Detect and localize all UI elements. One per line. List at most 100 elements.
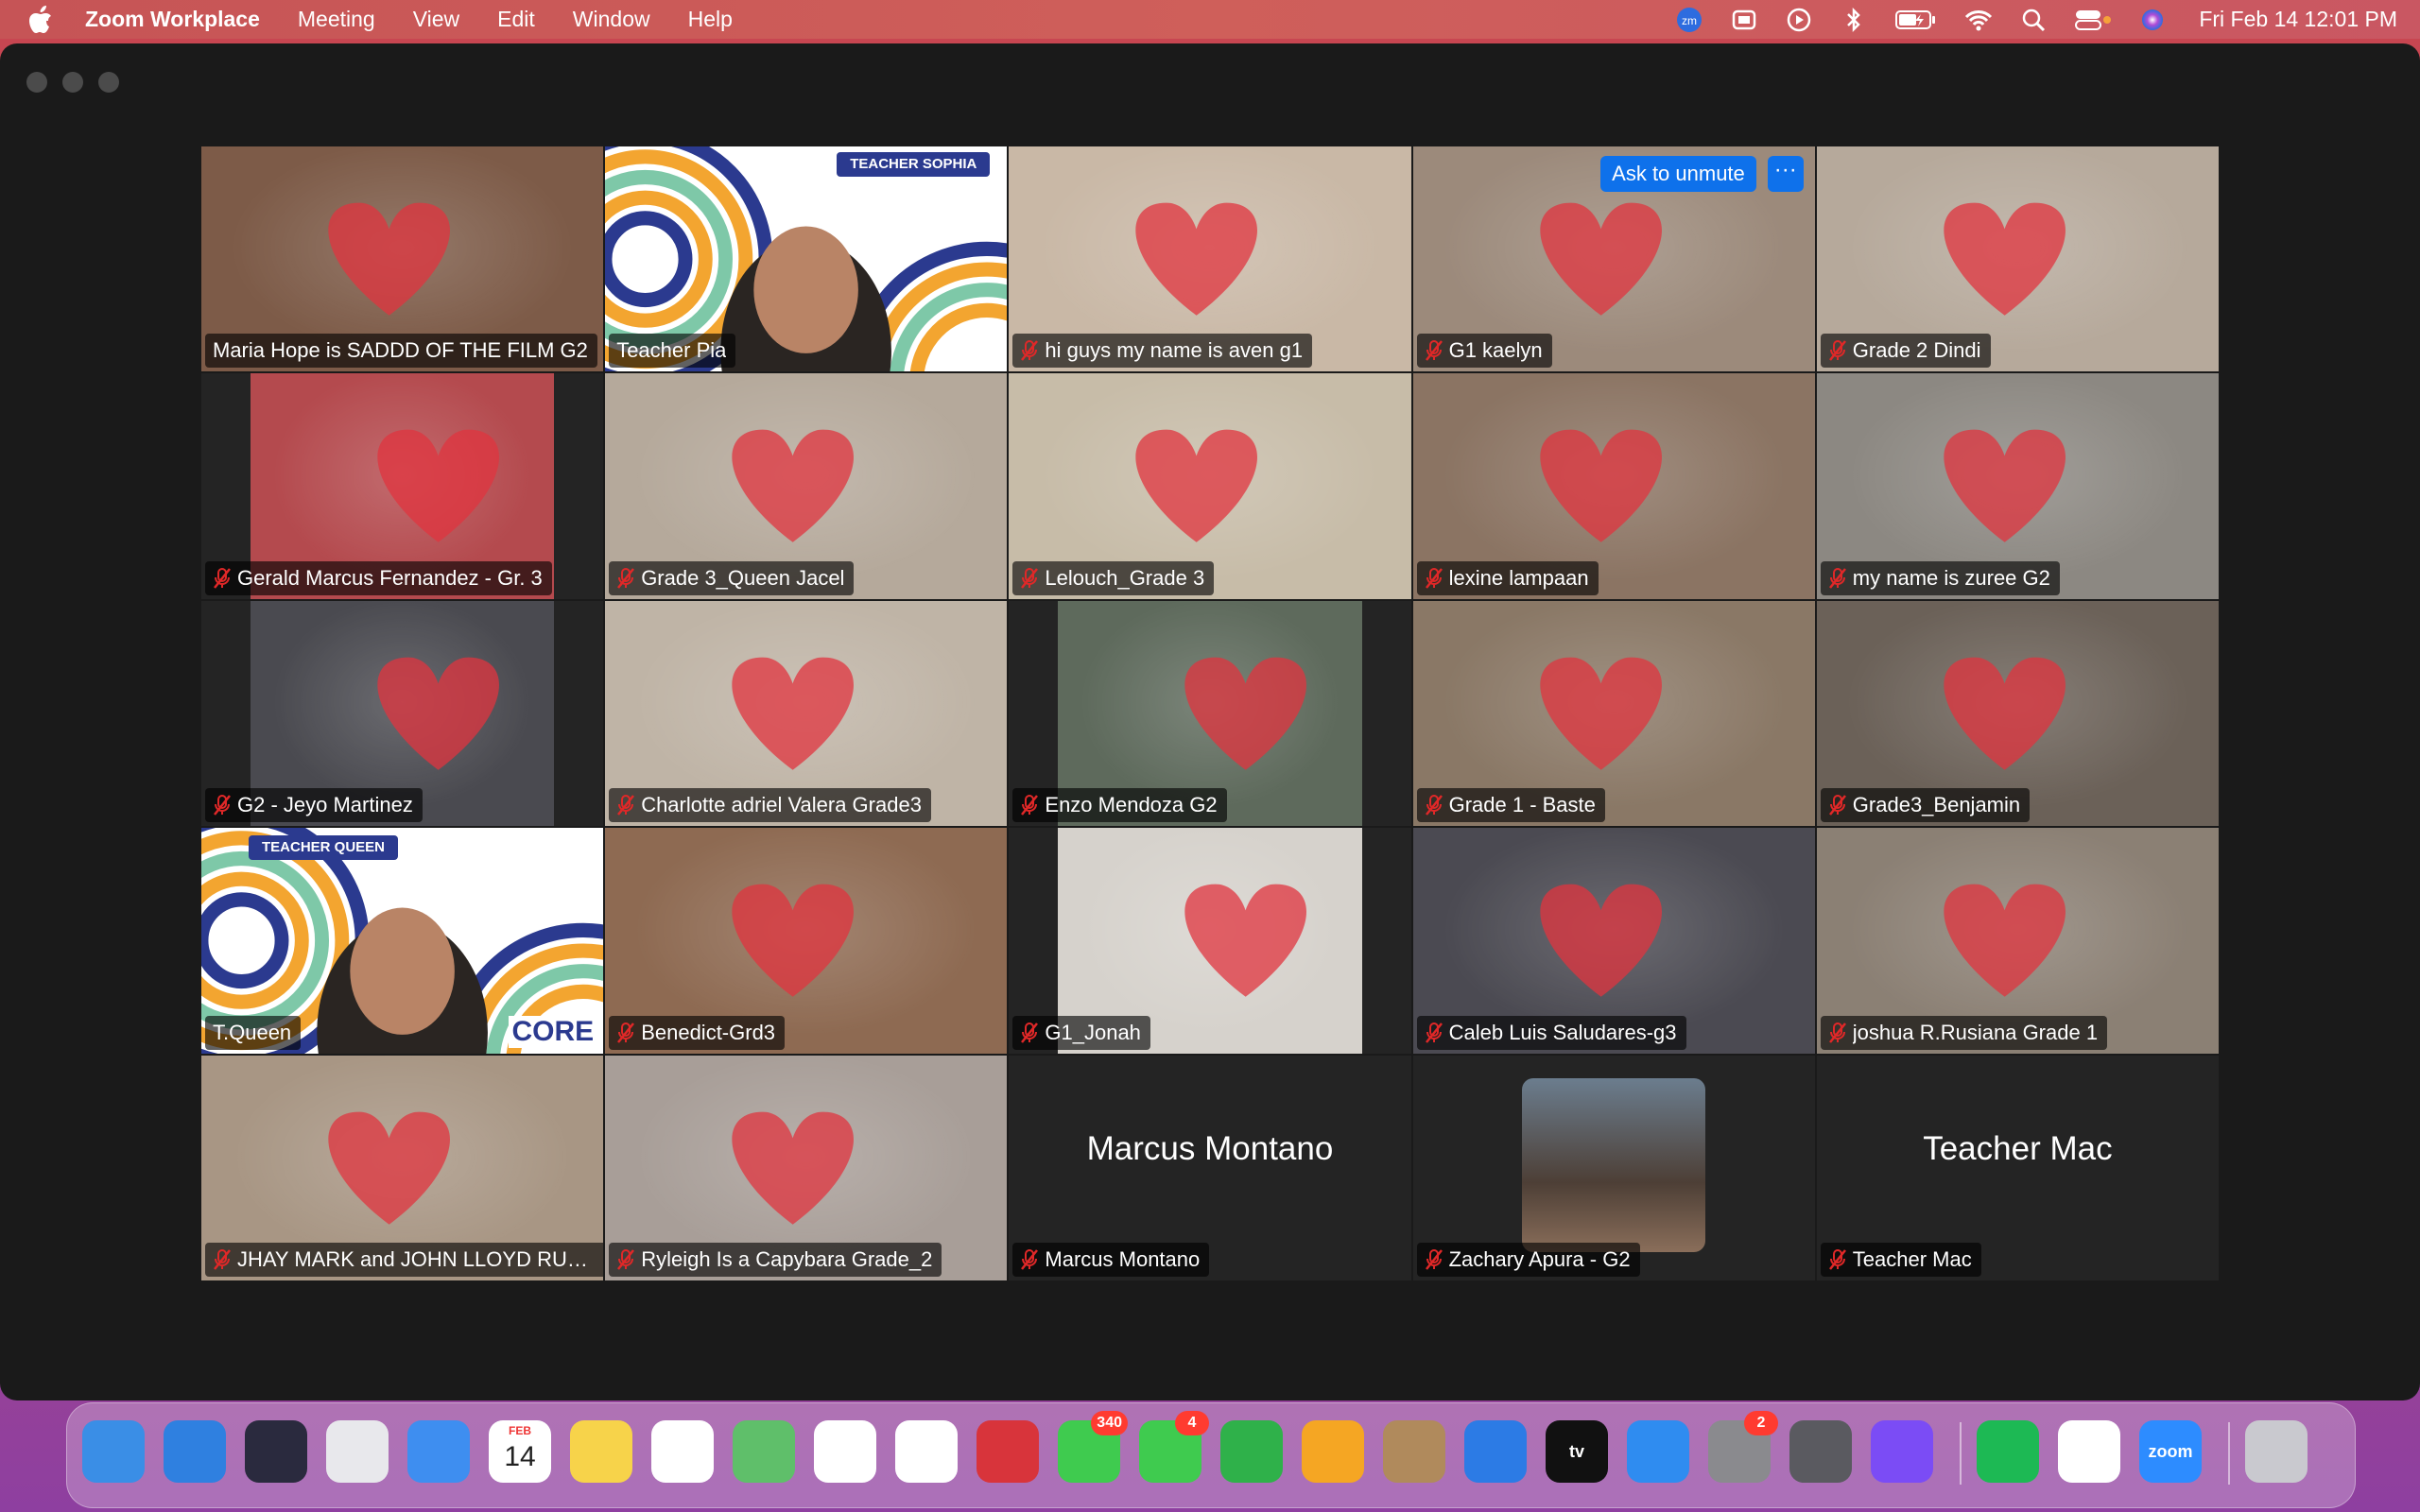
participant-tile[interactable]: Grade 2 Dindi [1816,146,2219,372]
participant-name: Grade 2 Dindi [1852,338,1981,363]
participant-tile[interactable]: joshua R.Rusiana Grade 1 [1816,828,2219,1054]
reminders-icon[interactable] [814,1420,876,1483]
zoom-status-icon[interactable]: zm [1675,6,1703,34]
participant-tile[interactable]: Ryleigh Is a Capybara Grade_2 [605,1055,1008,1280]
participant-tile[interactable]: lexine lampaan [1412,373,1815,599]
apple-tv-icon[interactable]: tv [1546,1420,1608,1483]
participant-name-label: joshua R.Rusiana Grade 1 [1820,1015,2108,1050]
muted-mic-icon [1020,1022,1039,1044]
participant-tile[interactable]: Grade 3_Queen Jacel [605,373,1008,599]
menu-help[interactable]: Help [688,7,733,32]
messenger-icon[interactable] [1871,1420,1933,1483]
siri-icon[interactable] [2138,6,2167,34]
menubar-clock[interactable]: Fri Feb 14 12:01 PM [2199,7,2397,32]
participant-tile[interactable]: my name is zuree G2 [1816,373,2219,599]
participant-tile[interactable]: Teacher Mac Teacher Mac [1816,1055,2219,1280]
participant-tile[interactable]: Enzo Mendoza G2 [1009,600,1411,827]
participant-tile[interactable]: Benedict-Grd3 [605,828,1008,1054]
menu-edit[interactable]: Edit [497,7,535,32]
ask-to-unmute-button[interactable]: Ask to unmute [1600,156,1756,192]
participant-tile[interactable]: G1 kaelyn Ask to unmute ··· [1412,146,1815,372]
dock-separator [1960,1422,1962,1485]
participant-tile[interactable]: Maria Hope is SADDD OF THE FILM G2 [201,146,604,372]
participant-tile[interactable]: Grade3_Benjamin [1816,600,2219,827]
participant-tile[interactable]: TEACHER QUEEN CORE T.Queen [201,828,604,1054]
numbers-icon[interactable] [1220,1420,1283,1483]
chrome-icon[interactable] [2058,1420,2120,1483]
contacts-icon[interactable] [1383,1420,1445,1483]
apple-menu-icon[interactable] [28,5,59,34]
participant-name: Ryleigh Is a Capybara Grade_2 [641,1246,933,1271]
screenshot-icon[interactable] [1789,1420,1852,1483]
dock: FEB 14 340 4 tv 2 zoom [66,1402,2356,1508]
control-center-icon[interactable] [2074,6,2112,34]
participant-tile[interactable]: Grade 1 - Baste [1412,600,1815,827]
spotify-icon[interactable] [1977,1420,2039,1483]
participant-display-name: Teacher Mac [1923,1129,2113,1167]
app-menu-zoom-workplace[interactable]: Zoom Workplace [85,7,260,32]
window-controls [26,72,119,93]
battery-icon[interactable] [1894,6,1938,34]
close-window-button[interactable] [26,72,47,93]
play-icon[interactable] [1785,6,1813,34]
bluetooth-icon[interactable] [1840,6,1868,34]
participant-tile[interactable]: G2 - Jeyo Martinez [201,600,604,827]
participant-tile[interactable]: Charlotte adriel Valera Grade3 [605,600,1008,827]
keynote-icon[interactable] [1464,1420,1527,1483]
notification-badge: 340 [1091,1411,1128,1435]
participant-name: Teacher Pia [616,338,727,363]
dock-icon-label: zoom [2148,1441,2193,1461]
participant-name-label: Ryleigh Is a Capybara Grade_2 [609,1242,942,1277]
freeform-icon[interactable] [651,1420,714,1483]
participant-tile[interactable]: Lelouch_Grade 3 [1009,373,1411,599]
participant-tile[interactable]: G1_Jonah [1009,828,1411,1054]
participant-tile[interactable]: TEACHER SOPHIA Teacher Pia [605,146,1008,372]
menu-window[interactable]: Window [573,7,650,32]
trash-icon[interactable] [2245,1420,2308,1483]
participant-name-label: Grade3_Benjamin [1820,788,2031,823]
participant-name: Enzo Mendoza G2 [1045,793,1218,817]
participant-tile[interactable]: Gerald Marcus Fernandez - Gr. 3 [201,373,604,599]
participant-tile[interactable]: Caleb Luis Saludares-g3 [1412,828,1815,1054]
launchpad-icon[interactable] [326,1420,389,1483]
finder-icon[interactable] [82,1420,145,1483]
participant-tile[interactable]: Marcus Montano Marcus Montano [1009,1055,1411,1280]
facetime-icon[interactable]: 4 [1139,1411,1209,1483]
participant-name-label: Lelouch_Grade 3 [1012,560,1215,595]
menu-view[interactable]: View [413,7,459,32]
zoom-meeting-window: Maria Hope is SADDD OF THE FILM G2 TEACH… [0,43,2420,1400]
photos-icon[interactable] [895,1420,958,1483]
minimize-window-button[interactable] [62,72,83,93]
core-logo: CORE [508,1015,598,1048]
search-icon[interactable] [2019,6,2048,34]
participant-name-label: G2 - Jeyo Martinez [205,788,423,823]
system-settings-icon[interactable]: 2 [1708,1411,1778,1483]
finder-sync-icon[interactable] [1730,6,1758,34]
participant-tile[interactable]: hi guys my name is aven g1 [1009,146,1411,372]
zm-badge-text: zm [1682,14,1697,27]
photo-booth-icon[interactable] [977,1420,1039,1483]
safari-icon[interactable] [164,1420,226,1483]
calendar-icon[interactable]: FEB 14 [489,1420,551,1483]
wifi-icon[interactable] [1964,6,1993,34]
participant-tile[interactable]: JHAY MARK and JOHN LLOYD RUSIANA [201,1055,604,1280]
siri-icon[interactable] [245,1420,307,1483]
participant-name: Lelouch_Grade 3 [1045,565,1205,590]
app-store-icon[interactable] [1627,1420,1689,1483]
zoom-icon[interactable]: zoom [2139,1420,2202,1483]
participant-name: Grade 3_Queen Jacel [641,565,845,590]
participant-tile[interactable]: Zachary Apura - G2 [1412,1055,1815,1280]
participant-name: joshua R.Rusiana Grade 1 [1852,1020,2099,1044]
muted-mic-icon [213,567,232,590]
maps-icon[interactable] [733,1420,795,1483]
more-options-button[interactable]: ··· [1767,156,1804,192]
notes-icon[interactable] [570,1420,632,1483]
zoom-window-button[interactable] [98,72,119,93]
participant-name-label: Caleb Luis Saludares-g3 [1416,1015,1686,1050]
menu-meeting[interactable]: Meeting [298,7,375,32]
messages-icon[interactable]: 340 [1058,1411,1128,1483]
participant-name-label: G1_Jonah [1012,1015,1150,1050]
pages-icon[interactable] [1302,1420,1364,1483]
participant-name: Teacher Mac [1852,1246,1972,1271]
mail-icon[interactable] [407,1420,470,1483]
